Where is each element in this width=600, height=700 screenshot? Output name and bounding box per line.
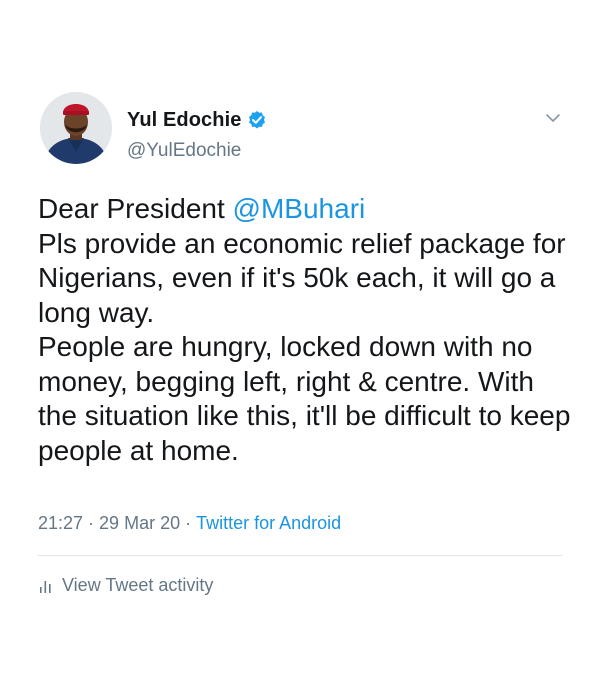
tweet-text-intro: Dear President [38, 193, 233, 224]
tweet-date[interactable]: 29 Mar 20 [99, 513, 180, 534]
bar-chart-icon [38, 578, 54, 594]
author-name-row[interactable]: Yul Edochie [127, 105, 267, 135]
display-name[interactable]: Yul Edochie [127, 109, 241, 132]
view-tweet-activity-label: View Tweet activity [62, 575, 214, 595]
mention-link[interactable]: @MBuhari [233, 193, 366, 224]
tweet-meta: 21:27 · 29 Mar 20 · Twitter for Android [38, 513, 341, 534]
author-handle[interactable]: @YulEdochie [127, 140, 241, 162]
tweet-time[interactable]: 21:27 [38, 513, 83, 534]
tweet-source-link[interactable]: Twitter for Android [196, 513, 341, 534]
chevron-down-icon[interactable] [543, 108, 563, 128]
verified-badge-icon [247, 110, 267, 130]
tweet-text: Dear President @MBuhari Pls provide an e… [38, 192, 578, 468]
tweet-text-body: Pls provide an economic relief package f… [38, 227, 571, 466]
avatar[interactable] [40, 92, 112, 164]
divider [38, 555, 562, 556]
meta-separator: · [88, 513, 95, 533]
meta-separator: · [185, 513, 192, 533]
avatar-image [40, 92, 112, 164]
view-tweet-activity-button[interactable]: View Tweet activity [38, 575, 213, 596]
tweet-card: Yul Edochie @YulEdochie Dear President @… [0, 0, 600, 700]
